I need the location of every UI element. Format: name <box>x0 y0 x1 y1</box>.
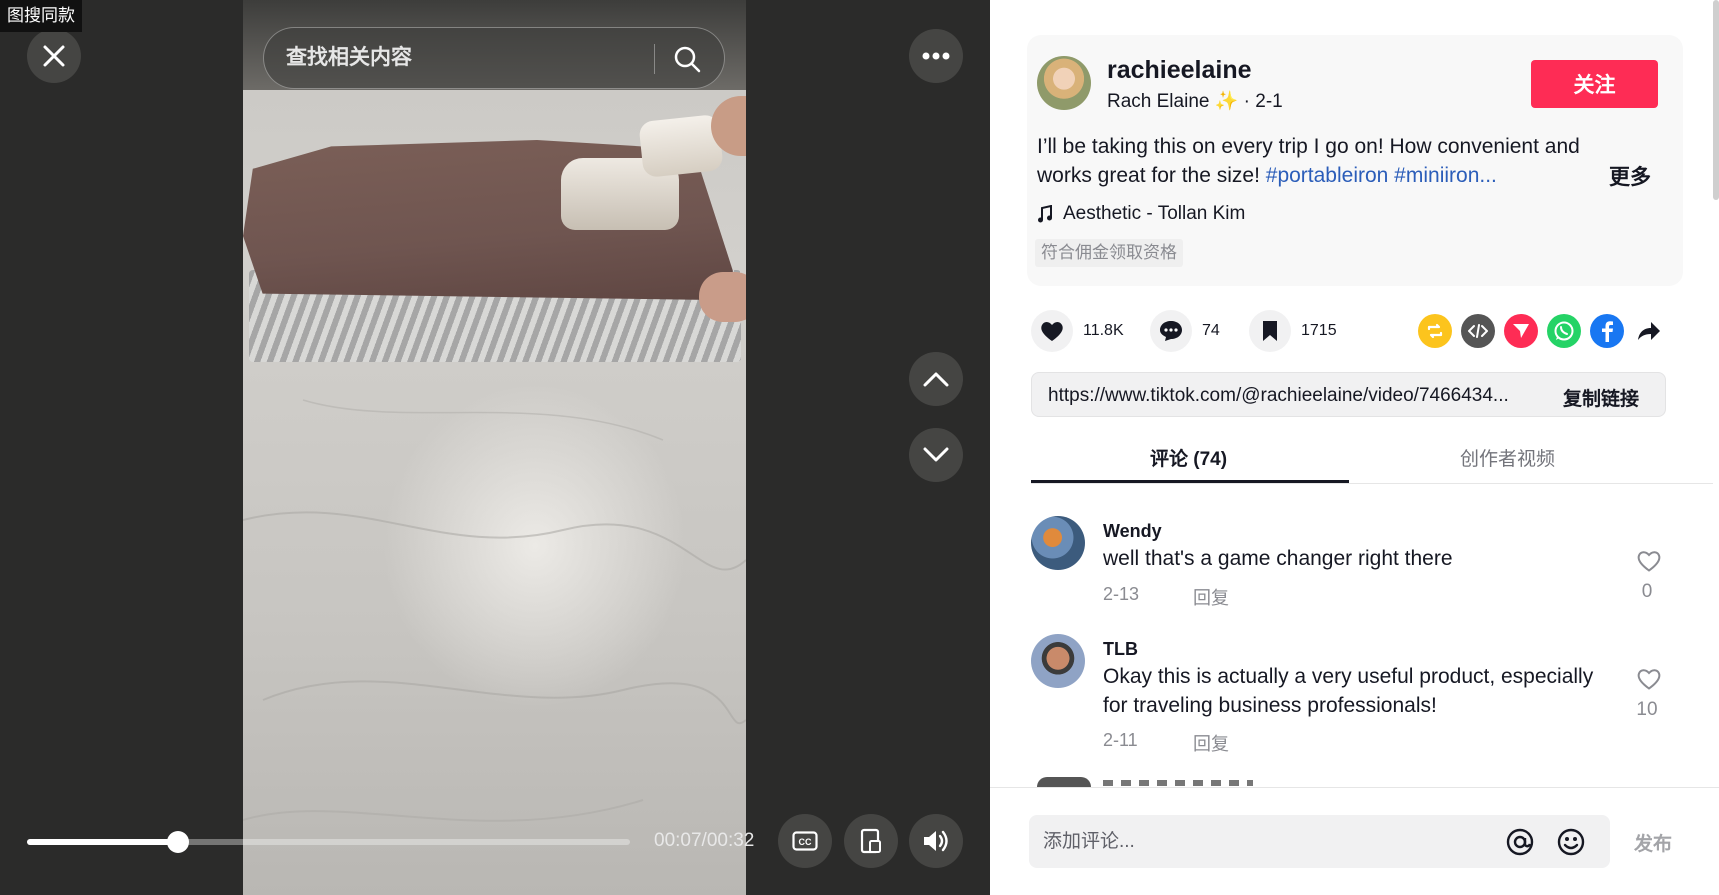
save-count: 1715 <box>1301 322 1337 339</box>
chevron-up-icon <box>923 372 949 387</box>
repost-icon <box>1427 323 1443 339</box>
commenter-avatar-partial <box>1037 777 1091 787</box>
progress-handle[interactable] <box>166 831 189 853</box>
music-link[interactable]: Aesthetic - Tollan Kim <box>1037 203 1245 225</box>
author-meta: Rach Elaine ✨ · 2-1 <box>1107 89 1283 113</box>
cc-icon: CC <box>792 831 818 851</box>
author-username[interactable]: rachieelaine <box>1107 56 1252 85</box>
bookmark-icon <box>1263 321 1277 341</box>
save-button[interactable] <box>1249 310 1291 352</box>
commenter-name[interactable]: Wendy <box>1103 521 1162 542</box>
embed-icon <box>1468 324 1488 338</box>
video-description: I’ll be taking this on every trip I go o… <box>1037 132 1637 190</box>
search-bar[interactable] <box>263 27 725 89</box>
share-link-text[interactable]: https://www.tiktok.com/@rachieelaine/vid… <box>1048 385 1509 407</box>
reply-button[interactable]: 回复 <box>1193 584 1229 610</box>
volume-button[interactable] <box>909 814 963 868</box>
pip-icon <box>860 828 881 854</box>
image-search-label[interactable]: 图搜同款 <box>0 0 82 32</box>
svg-text:CC: CC <box>799 837 812 847</box>
whatsapp-share-button[interactable] <box>1547 314 1581 348</box>
comment-like-button[interactable] <box>1634 549 1664 578</box>
playback-time: 00:07/00:32 <box>654 830 755 851</box>
share-link-box: https://www.tiktok.com/@rachieelaine/vid… <box>1031 372 1666 417</box>
comment-like-count: 0 <box>1641 581 1653 602</box>
commission-badge: 符合佣金领取资格 <box>1035 239 1183 267</box>
facebook-share-button[interactable] <box>1590 314 1624 348</box>
comment-text: Okay this is actually a very useful prod… <box>1103 665 1594 717</box>
like-button[interactable] <box>1031 310 1073 352</box>
volume-icon <box>924 830 948 852</box>
music-note-icon <box>1038 205 1052 223</box>
heart-icon <box>1041 322 1063 341</box>
copy-link-button[interactable]: 复制链接 <box>1563 384 1639 411</box>
tab-divider <box>1031 483 1713 484</box>
progress-fill <box>27 839 178 845</box>
comment-input-box[interactable] <box>1029 815 1610 868</box>
more-options-button[interactable] <box>909 29 963 83</box>
heart-outline-icon <box>1637 669 1661 690</box>
send-icon <box>1513 324 1529 338</box>
comment-text: well that's a game changer right there <box>1103 547 1453 570</box>
commenter-name-partial <box>1103 780 1253 786</box>
like-stat[interactable]: 11.8K <box>1031 310 1124 352</box>
comment-stat[interactable]: 74 <box>1150 310 1220 352</box>
share-arrow-icon <box>1638 322 1660 340</box>
commenter-name[interactable]: TLB <box>1103 639 1138 660</box>
repost-button[interactable] <box>1418 314 1452 348</box>
captions-button[interactable]: CC <box>778 814 832 868</box>
comment-button[interactable] <box>1150 310 1192 352</box>
hand <box>699 272 746 322</box>
send-to-friends-button[interactable] <box>1504 314 1538 348</box>
at-icon[interactable] <box>1505 827 1535 857</box>
progress-bar[interactable] <box>27 831 630 853</box>
author-avatar[interactable] <box>1037 56 1091 110</box>
comment-date: 2-11 <box>1103 730 1138 750</box>
follow-button[interactable]: 关注 <box>1531 60 1658 108</box>
whatsapp-icon <box>1554 321 1574 341</box>
music-title: Aesthetic - Tollan Kim <box>1063 203 1246 224</box>
video-player[interactable]: 00:07/00:32 CC 图搜同款 <box>0 0 990 895</box>
reply-button[interactable]: 回复 <box>1193 730 1229 756</box>
more-icon <box>922 52 950 60</box>
commenter-avatar[interactable] <box>1031 634 1085 688</box>
commenter-avatar[interactable] <box>1031 516 1085 570</box>
previous-video-button[interactable] <box>909 352 963 406</box>
save-stat[interactable]: 1715 <box>1249 310 1337 352</box>
facebook-icon <box>1602 321 1613 342</box>
comment-date: 2-13 <box>1103 584 1140 604</box>
comment-input[interactable] <box>1043 829 1473 855</box>
more-button[interactable]: 更多 <box>1609 161 1651 191</box>
comment-like-button[interactable] <box>1634 667 1664 696</box>
tab-comments[interactable]: 评论 (74) <box>1150 444 1227 471</box>
heart-outline-icon <box>1637 551 1661 572</box>
scrollbar[interactable] <box>1713 0 1719 200</box>
tab-creator-videos[interactable]: 创作者视频 <box>1460 444 1555 471</box>
author-display-name: Rach Elaine ✨ <box>1107 91 1239 112</box>
hashtags[interactable]: #portableiron #miniiron... <box>1266 164 1497 187</box>
comment-count: 74 <box>1202 322 1220 339</box>
pip-button[interactable] <box>844 814 898 868</box>
next-video-button[interactable] <box>909 428 963 482</box>
comment-icon <box>1160 321 1182 341</box>
chevron-down-icon <box>923 447 949 462</box>
embed-button[interactable] <box>1461 314 1495 348</box>
comment-like-count: 10 <box>1636 699 1658 720</box>
like-count: 11.8K <box>1083 322 1124 339</box>
video-frame[interactable] <box>243 0 746 895</box>
emoji-icon[interactable] <box>1556 827 1586 857</box>
close-button[interactable] <box>27 29 81 83</box>
post-comment-button[interactable]: 发布 <box>1634 829 1672 856</box>
search-divider <box>654 44 655 74</box>
post-date: · 2-1 <box>1238 91 1283 112</box>
search-input[interactable] <box>286 44 646 72</box>
more-share-button[interactable] <box>1632 314 1666 348</box>
close-icon <box>43 45 65 67</box>
search-icon[interactable] <box>672 44 702 74</box>
